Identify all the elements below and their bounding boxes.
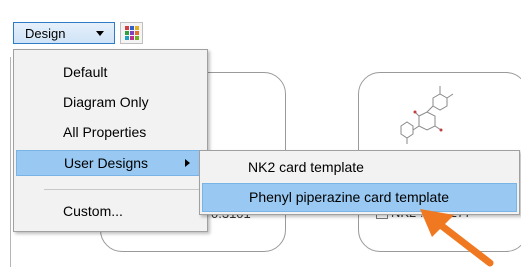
color-grid-icon bbox=[125, 26, 139, 40]
submenu-item-nk2-card-template[interactable]: NK2 card template bbox=[202, 154, 517, 183]
menu-item-label: Custom... bbox=[63, 203, 123, 219]
menu-item-default[interactable]: Default bbox=[16, 60, 205, 86]
toolbar: Design bbox=[0, 0, 521, 50]
menu-item-label: Default bbox=[63, 64, 108, 80]
molecule-structure-icon bbox=[400, 86, 454, 144]
design-dropdown-label: Design bbox=[25, 25, 66, 41]
menu-item-user-designs[interactable]: User Designs bbox=[16, 150, 205, 176]
submenu-item-label: NK2 card template bbox=[248, 159, 364, 175]
design-menu: Default Diagram Only All Properties User… bbox=[13, 49, 208, 232]
arrow-pointer-icon bbox=[420, 209, 494, 267]
menu-separator bbox=[44, 189, 203, 190]
chevron-down-icon bbox=[96, 31, 104, 36]
design-dropdown[interactable]: Design bbox=[13, 22, 115, 44]
grid-view-button[interactable] bbox=[120, 22, 143, 44]
chevron-right-icon bbox=[185, 159, 190, 167]
menu-item-label: All Properties bbox=[63, 124, 147, 140]
menu-item-all-properties[interactable]: All Properties bbox=[16, 120, 205, 146]
menu-item-label: Diagram Only bbox=[63, 94, 149, 110]
menu-item-diagram-only[interactable]: Diagram Only bbox=[16, 90, 205, 116]
submenu-item-label: Phenyl piperazine card template bbox=[249, 189, 450, 205]
menu-item-custom[interactable]: Custom... bbox=[16, 199, 205, 225]
menu-item-label: User Designs bbox=[64, 155, 149, 171]
left-panel-edge bbox=[0, 57, 11, 267]
